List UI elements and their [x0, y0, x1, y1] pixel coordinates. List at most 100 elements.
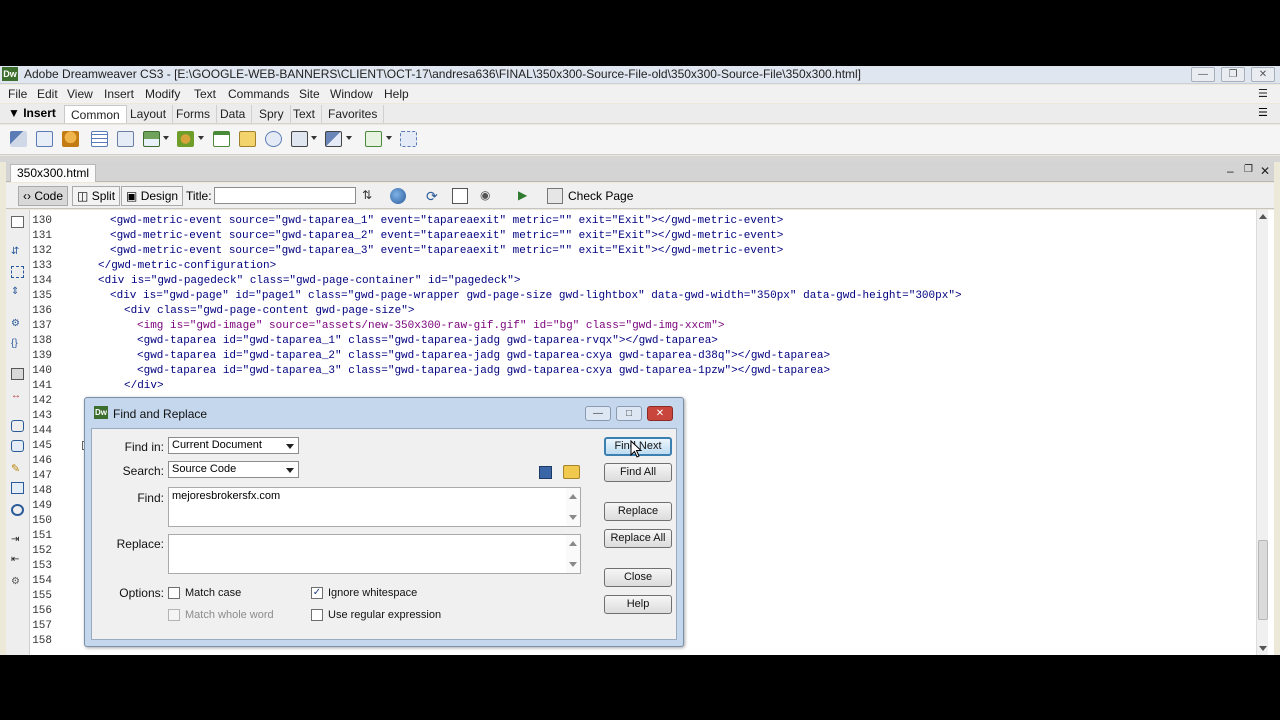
document-tab[interactable]: 350x300.html	[10, 164, 97, 182]
head-dropdown-icon[interactable]	[311, 136, 317, 140]
script-icon[interactable]	[325, 131, 342, 147]
menu-site[interactable]: Site	[299, 87, 320, 101]
move-css-icon[interactable]	[11, 504, 24, 516]
tab-forms[interactable]: Forms	[170, 105, 217, 123]
table-icon[interactable]	[91, 131, 108, 147]
menu-edit[interactable]: Edit	[37, 87, 58, 101]
insert-bar-toggle[interactable]: ▼ Insert	[8, 106, 56, 120]
find-all-button[interactable]: Find All	[604, 463, 672, 482]
dialog-maximize-button[interactable]: □	[616, 406, 642, 421]
dialog-close-button[interactable]: ✕	[647, 406, 673, 421]
date-icon[interactable]	[213, 131, 230, 147]
div-icon[interactable]	[117, 131, 134, 147]
scroll-up-icon[interactable]	[569, 541, 577, 546]
preview-browser-icon[interactable]	[390, 188, 406, 204]
help-button[interactable]: Help	[604, 595, 672, 614]
tag-chooser-icon[interactable]	[400, 131, 417, 147]
restore-button[interactable]: ❐	[1221, 67, 1245, 82]
menu-window[interactable]: Window	[330, 87, 373, 101]
find-scrollbar[interactable]	[566, 488, 580, 526]
code-vertical-scrollbar[interactable]	[1256, 210, 1268, 655]
close-window-button[interactable]: ✕	[1251, 67, 1275, 82]
tab-text[interactable]: Text	[287, 105, 323, 123]
code-line[interactable]: </gwd-metric-configuration>	[98, 260, 276, 272]
menu-commands[interactable]: Commands	[228, 87, 289, 101]
replace-all-button[interactable]: Replace All	[604, 529, 672, 548]
templates-dropdown-icon[interactable]	[386, 136, 392, 140]
code-line[interactable]: <gwd-metric-event source="gwd-taparea_3"…	[110, 245, 783, 257]
code-line[interactable]: <div is="gwd-page" id="page1" class="gwd…	[110, 290, 962, 302]
code-line[interactable]: <div is="gwd-pagedeck" class="gwd-page-c…	[98, 275, 520, 287]
tab-spry[interactable]: Spry	[253, 105, 291, 123]
find-in-select[interactable]: Current Document	[168, 437, 299, 454]
match-case-checkbox[interactable]	[168, 587, 180, 599]
collapse-tag-icon[interactable]: ⇵	[11, 246, 24, 258]
menu-file[interactable]: File	[8, 87, 27, 101]
code-line[interactable]: <gwd-taparea id="gwd-taparea_2" class="g…	[137, 350, 830, 362]
tab-layout[interactable]: Layout	[124, 105, 174, 123]
menu-text[interactable]: Text	[194, 87, 216, 101]
doc-minimize-icon[interactable]: –	[1227, 164, 1234, 178]
insert-bar-options-icon[interactable]: ☰	[1258, 106, 1268, 119]
tab-favorites[interactable]: Favorites	[322, 105, 385, 123]
code-line[interactable]: <gwd-metric-event source="gwd-taparea_1"…	[110, 215, 783, 227]
refresh-icon[interactable]: ⟳	[426, 188, 442, 204]
menu-view[interactable]: View	[67, 87, 93, 101]
replace-scrollbar[interactable]	[566, 535, 580, 573]
balance-braces-icon[interactable]: {}	[11, 338, 24, 350]
recent-snippets-icon[interactable]	[11, 482, 24, 494]
code-line[interactable]: <gwd-taparea id="gwd-taparea_1" class="g…	[137, 335, 718, 347]
doc-restore-icon[interactable]: ❐	[1244, 164, 1253, 175]
scroll-down-icon[interactable]	[1259, 646, 1267, 651]
scrollbar-thumb[interactable]	[1258, 540, 1268, 620]
tab-common[interactable]: Common	[64, 105, 127, 123]
file-management-icon[interactable]: ⇅	[362, 188, 378, 204]
design-view-button[interactable]: ▣ Design	[121, 186, 184, 206]
use-regex-checkbox[interactable]	[311, 609, 323, 621]
image-icon[interactable]	[143, 131, 160, 147]
close-button[interactable]: Close	[604, 568, 672, 587]
ignore-whitespace-checkbox[interactable]: ✓	[311, 587, 323, 599]
code-line[interactable]: <gwd-taparea id="gwd-taparea_3" class="g…	[137, 365, 830, 377]
media-dropdown-icon[interactable]	[198, 136, 204, 140]
save-query-icon[interactable]	[539, 466, 552, 479]
collapse-selection-icon[interactable]	[11, 266, 24, 278]
title-input[interactable]	[214, 187, 356, 204]
comment-icon[interactable]	[265, 131, 282, 147]
named-anchor-icon[interactable]	[62, 131, 79, 147]
scroll-up-icon[interactable]	[1259, 214, 1267, 219]
replace-textarea[interactable]	[168, 534, 581, 574]
code-line[interactable]: <div class="gwd-page-content gwd-page-si…	[124, 305, 414, 317]
search-select[interactable]: Source Code	[168, 461, 299, 478]
email-link-icon[interactable]	[36, 131, 53, 147]
media-icon[interactable]	[177, 131, 194, 147]
dialog-title-bar[interactable]: Dw Find and Replace — □ ✕	[85, 398, 683, 428]
replace-button[interactable]: Replace	[604, 502, 672, 521]
format-source-icon[interactable]: ⚙	[11, 576, 24, 588]
scroll-down-icon[interactable]	[569, 515, 577, 520]
panel-options-icon[interactable]: ☰	[1258, 87, 1268, 100]
check-page-label[interactable]: Check Page	[568, 189, 633, 203]
use-regex-label[interactable]: Use regular expression	[328, 609, 441, 621]
expand-all-icon[interactable]: ⇕	[11, 286, 24, 298]
script-dropdown-icon[interactable]	[346, 136, 352, 140]
minimize-button[interactable]: —	[1191, 67, 1215, 82]
dialog-minimize-button[interactable]: —	[585, 406, 611, 421]
select-parent-tag-icon[interactable]: ⚙	[11, 318, 24, 330]
outdent-code-icon[interactable]: ⇤	[11, 554, 24, 566]
highlight-invalid-code-icon[interactable]: ↔	[11, 390, 24, 402]
wrap-tag-icon[interactable]: ✎	[11, 462, 24, 475]
image-dropdown-icon[interactable]	[163, 136, 169, 140]
validate-markup-icon[interactable]: ▶	[518, 188, 534, 204]
open-documents-icon[interactable]	[11, 216, 24, 228]
split-view-button[interactable]: ◫ Split	[72, 186, 121, 206]
view-options-icon[interactable]	[452, 188, 468, 204]
match-case-label[interactable]: Match case	[185, 587, 241, 599]
scroll-up-icon[interactable]	[569, 494, 577, 499]
menu-insert[interactable]: Insert	[104, 87, 134, 101]
find-textarea[interactable]: mejoresbrokersfx.com	[168, 487, 581, 527]
check-page-icon[interactable]	[547, 188, 563, 204]
menu-modify[interactable]: Modify	[145, 87, 180, 101]
server-side-include-icon[interactable]	[239, 131, 256, 147]
code-view-button[interactable]: ‹› Code	[18, 186, 69, 206]
